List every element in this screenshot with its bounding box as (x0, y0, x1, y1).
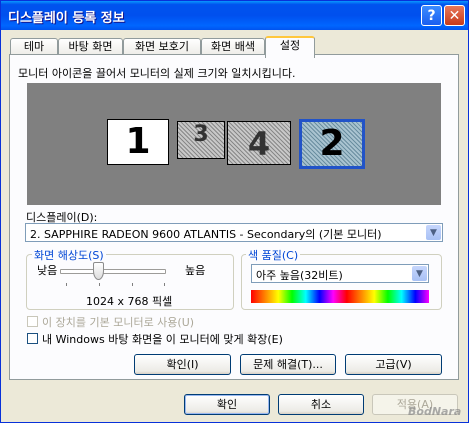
slider-tick (164, 283, 165, 286)
advanced-button[interactable]: 고급(V) (345, 354, 442, 375)
chevron-down-icon[interactable]: ▼ (426, 225, 441, 240)
resolution-low-label: 낮음 (37, 264, 58, 277)
tab-settings[interactable]: 설정 (265, 36, 315, 58)
primary-monitor-checkbox[interactable] (27, 316, 38, 327)
monitor-2[interactable]: 2 (299, 119, 365, 169)
color-quality-title: 색 품질(C) (246, 247, 301, 263)
extend-desktop-label: 내 Windows 바탕 화면을 이 모니터에 맞게 확장(E) (42, 333, 283, 346)
chevron-down-icon[interactable]: ▼ (412, 266, 427, 281)
color-quality-select[interactable]: 아주 높음(32비트) ▼ (251, 264, 429, 283)
drag-instruction: 모니터 아이콘을 끌어서 모니터의 실제 크기와 일치시킵니다. (18, 67, 296, 80)
resolution-value: 1024 x 768 픽셀 (86, 295, 173, 308)
monitor-1[interactable]: 1 (107, 119, 169, 165)
troubleshoot-button[interactable]: 문제 해결(T)... (240, 354, 336, 375)
slider-tick (99, 283, 100, 286)
ok-button[interactable]: 확인 (184, 394, 270, 415)
cancel-button[interactable]: 취소 (278, 394, 364, 415)
resolution-slider-track[interactable] (60, 269, 166, 274)
watermark-text: BodNara (408, 405, 462, 418)
title-bar[interactable]: 디스플레이 등록 정보 ? ✕ (1, 1, 468, 30)
close-icon: ✕ (448, 8, 461, 24)
display-select-value: 2. SAPPHIRE RADEON 9600 ATLANTIS - Secon… (30, 228, 382, 241)
identify-button[interactable]: 확인(I) (134, 354, 231, 375)
color-spectrum-bar (251, 290, 429, 303)
monitor-4[interactable]: 4 (227, 121, 291, 165)
primary-monitor-label: 이 장치를 기본 모니터로 사용(U) (42, 316, 195, 329)
window-title: 디스플레이 등록 정보 (8, 11, 125, 26)
help-button[interactable]: ? (421, 5, 442, 26)
extend-desktop-checkbox[interactable] (27, 333, 38, 344)
color-quality-value: 아주 높음(32비트) (256, 269, 343, 282)
close-button[interactable]: ✕ (444, 5, 465, 26)
display-select[interactable]: 2. SAPPHIRE RADEON 9600 ATLANTIS - Secon… (25, 223, 443, 242)
resolution-high-label: 높음 (185, 264, 206, 277)
resolution-title: 화면 해상도(S) (32, 247, 106, 263)
resolution-slider-thumb[interactable] (93, 262, 104, 280)
slider-tick (132, 283, 133, 286)
slider-tick (66, 283, 67, 286)
monitor-3[interactable]: 3 (177, 121, 225, 159)
monitor-arrangement-area: 1 3 4 2 (27, 83, 441, 205)
